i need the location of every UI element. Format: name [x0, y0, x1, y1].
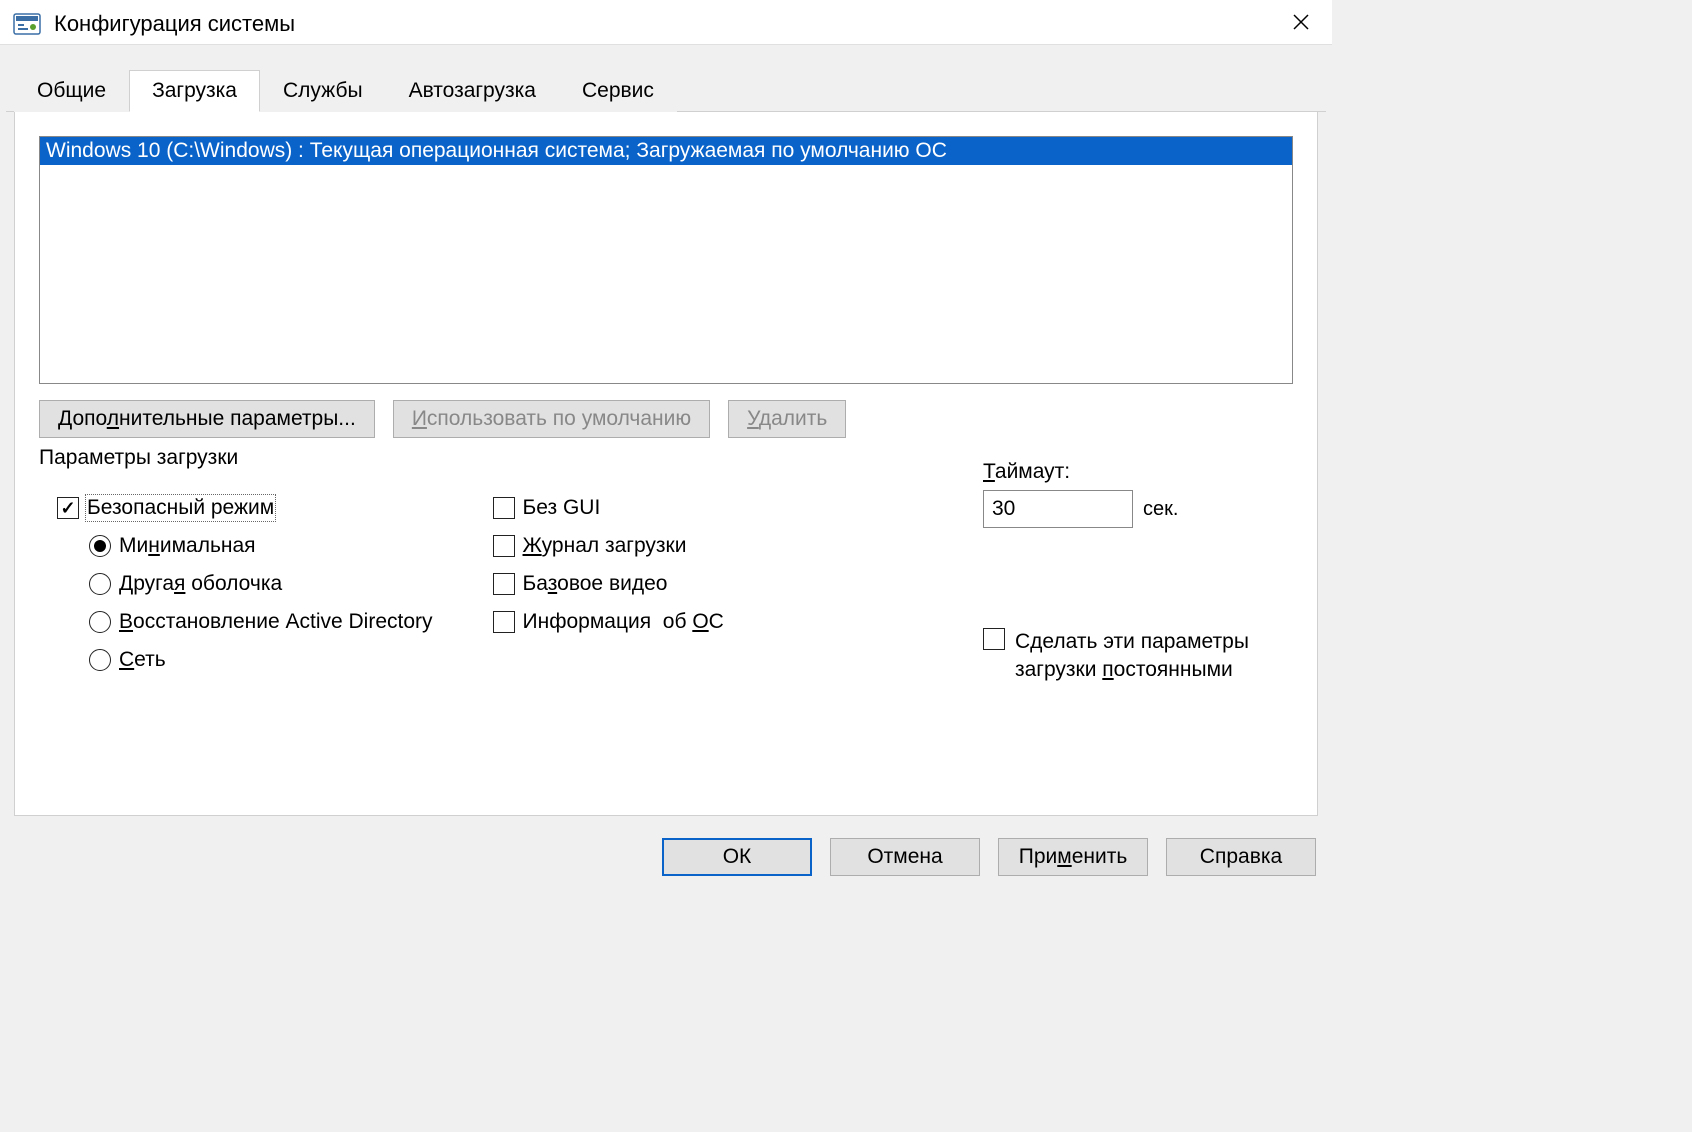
basevid-checkbox[interactable]: Базовое видео: [493, 572, 724, 596]
radio-network-label: Сеть: [119, 648, 166, 672]
radio-altshell-label: Другая оболочка: [119, 572, 282, 596]
persist-checkbox[interactable]: Сделать эти параметры загрузки постоянны…: [983, 628, 1293, 685]
checkbox-icon: [493, 535, 515, 557]
help-button[interactable]: Справка: [1166, 838, 1316, 876]
osinfo-checkbox[interactable]: Информация об ОС: [493, 610, 724, 634]
content-area: Общие Загрузка Службы Автозагрузка Серви…: [0, 45, 1332, 826]
radio-minimal[interactable]: Минимальная: [89, 534, 433, 558]
checkbox-icon: [493, 573, 515, 595]
delete-button: Удалить: [728, 400, 846, 438]
timeout-unit: сек.: [1143, 498, 1178, 521]
checkbox-icon: [57, 497, 79, 519]
radio-icon: [89, 573, 111, 595]
boot-options-group: Параметры загрузки Безопасный режим Мини…: [39, 460, 953, 694]
radio-icon: [89, 611, 111, 633]
msconfig-window: Конфигурация системы Общие Загрузка Служ…: [0, 0, 1332, 890]
radio-adrepair-label: Восстановление Active Directory: [119, 610, 433, 634]
checkbox-icon: [493, 497, 515, 519]
nogui-label: Без GUI: [523, 496, 601, 520]
os-list-item[interactable]: Windows 10 (C:\Windows) : Текущая операц…: [40, 137, 1292, 165]
safe-mode-checkbox[interactable]: Безопасный режим: [57, 496, 433, 520]
tab-startup[interactable]: Автозагрузка: [386, 70, 559, 112]
timeout-label: Таймаут:: [983, 460, 1293, 484]
checkbox-icon: [493, 611, 515, 633]
timeout-row: сек.: [983, 490, 1293, 528]
window-title: Конфигурация системы: [54, 11, 1282, 37]
tab-strip: Общие Загрузка Службы Автозагрузка Серви…: [6, 69, 1326, 112]
radio-minimal-label: Минимальная: [119, 534, 256, 558]
advanced-options-button[interactable]: Дополнительные параметры...: [39, 400, 375, 438]
tab-boot[interactable]: Загрузка: [129, 70, 260, 112]
close-button[interactable]: [1282, 9, 1320, 39]
radio-altshell[interactable]: Другая оболочка: [89, 572, 433, 596]
os-buttons-row: Дополнительные параметры... Использовать…: [39, 400, 1293, 438]
basevid-label: Базовое видео: [523, 572, 668, 596]
boot-tab-panel: Windows 10 (C:\Windows) : Текущая операц…: [14, 112, 1318, 816]
safe-mode-label: Безопасный режим: [87, 496, 274, 520]
msconfig-icon: [12, 8, 44, 40]
osinfo-label: Информация об ОС: [523, 610, 724, 634]
bootlog-label: Журнал загрузки: [523, 534, 687, 558]
cancel-button[interactable]: Отмена: [830, 838, 980, 876]
titlebar: Конфигурация системы: [0, 0, 1332, 45]
os-list[interactable]: Windows 10 (C:\Windows) : Текущая операц…: [39, 136, 1293, 384]
boot-options-row: Параметры загрузки Безопасный режим Мини…: [39, 460, 1293, 694]
tab-tools[interactable]: Сервис: [559, 70, 677, 112]
boot-options-group-label: Параметры загрузки: [39, 446, 244, 470]
close-icon: [1292, 13, 1310, 31]
nogui-checkbox[interactable]: Без GUI: [493, 496, 724, 520]
radio-network[interactable]: Сеть: [89, 648, 433, 672]
ok-button[interactable]: ОК: [662, 838, 812, 876]
set-default-button: Использовать по умолчанию: [393, 400, 710, 438]
apply-button[interactable]: Применить: [998, 838, 1148, 876]
right-column: Таймаут: сек. Сделать эти параметры загр…: [983, 460, 1293, 694]
checkbox-icon: [983, 628, 1005, 650]
radio-icon: [89, 649, 111, 671]
tab-general[interactable]: Общие: [14, 70, 129, 112]
persist-label: Сделать эти параметры загрузки постоянны…: [1015, 628, 1249, 685]
timeout-input[interactable]: [983, 490, 1133, 528]
bootlog-checkbox[interactable]: Журнал загрузки: [493, 534, 724, 558]
radio-icon: [89, 535, 111, 557]
tab-services[interactable]: Службы: [260, 70, 386, 112]
dialog-footer: ОК Отмена Применить Справка: [0, 826, 1332, 890]
radio-adrepair[interactable]: Восстановление Active Directory: [89, 610, 433, 634]
